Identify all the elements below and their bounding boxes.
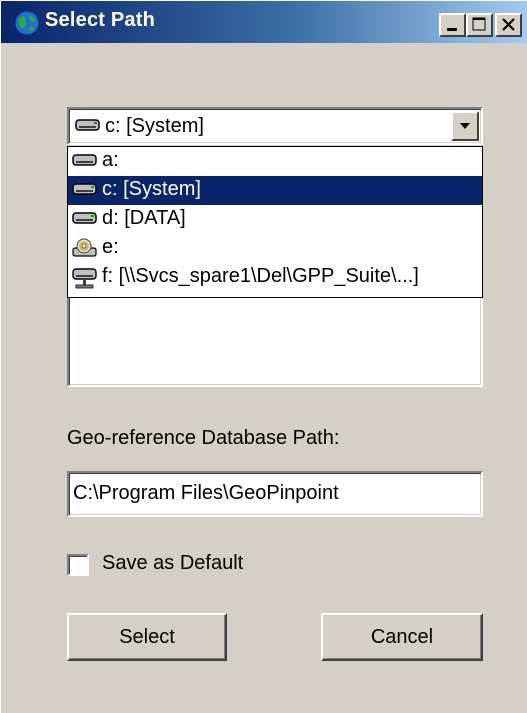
dropdown-arrow-button[interactable] [451,111,479,141]
drive-option-label: d: [DATA] [102,207,186,229]
hard-drive-icon [72,183,97,195]
drive-option-a[interactable]: a: [68,147,482,176]
drive-option-d[interactable]: d: [DATA] [68,205,482,234]
drive-option-label: a: [102,149,119,171]
drive-select-value: c: [System] [105,115,204,137]
maximize-button[interactable] [466,13,493,37]
drive-option-label: e: [102,236,119,258]
network-drive-icon [72,268,97,289]
maximize-icon [472,17,486,31]
drive-select[interactable]: c: [System] [67,107,483,145]
cd-drive-icon [72,238,97,257]
database-path-input[interactable] [71,476,473,510]
chevron-down-icon [460,123,470,129]
database-path-label: Geo-reference Database Path: [67,427,340,449]
drive-option-label: c: [System] [102,178,201,200]
window-title: Select Path [45,9,156,31]
floppy-drive-icon [72,154,97,166]
minimize-button[interactable] [439,13,466,37]
title-bar[interactable]: Select Path [1,1,527,43]
drive-option-e[interactable]: e: [68,234,482,263]
drive-dropdown-list[interactable]: a: c: [System] d: [DATA] e: f: [\\Svcs_s… [67,146,483,298]
drive-option-label: f: [\\Svcs_spare1\Del\GPP_Suite\...] [102,265,419,287]
close-icon [502,18,515,31]
close-button[interactable] [495,13,522,37]
minimize-icon [447,28,457,31]
select-button[interactable]: Select [67,613,227,661]
save-default-label[interactable]: Save as Default [102,552,243,575]
save-default-checkbox[interactable] [67,554,89,576]
database-path-field[interactable] [67,471,483,517]
select-path-dialog: Select Path c: [System] a: c: [System] d… [0,0,527,713]
globe-icon [14,10,40,36]
cancel-button[interactable]: Cancel [321,613,483,661]
hard-drive-icon [72,212,97,224]
drive-option-c[interactable]: c: [System] [68,176,482,205]
hard-drive-icon [75,119,100,131]
drive-option-f[interactable]: f: [\\Svcs_spare1\Del\GPP_Suite\...] [68,263,482,292]
